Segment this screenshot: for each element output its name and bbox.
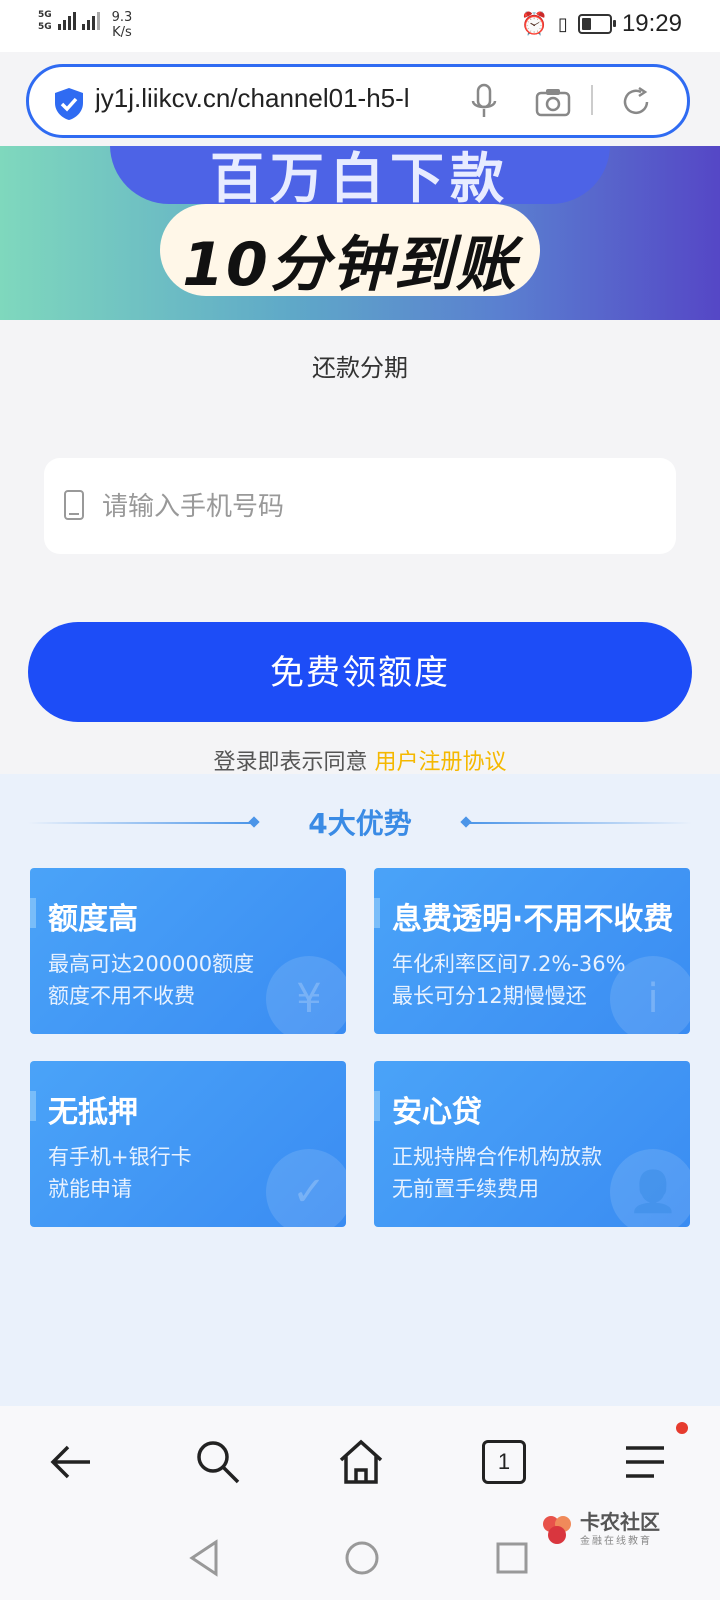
card-accent-bar: [30, 1091, 36, 1121]
watermark-tagline: 金融在线教育: [580, 1536, 652, 1547]
address-divider: [591, 85, 593, 115]
card-accent-bar: [374, 898, 380, 928]
card-title: 无抵押: [48, 1095, 138, 1130]
phone-icon: [64, 490, 84, 520]
card-accent-bar: [30, 898, 36, 928]
watermark-text: 卡农社区 金融在线教育: [580, 1512, 660, 1547]
card-title: 息费透明·不用不收费: [392, 902, 674, 937]
card-line: 正规持牌合作机构放款: [392, 1145, 602, 1169]
tabs-button[interactable]: 1: [476, 1434, 532, 1490]
user-agreement-link[interactable]: 用户注册协议: [375, 750, 507, 775]
agreement-text: 登录即表示同意 用户注册协议: [0, 744, 720, 776]
sim1-label: 5G: [38, 10, 52, 20]
page-title: 还款分期: [312, 354, 408, 382]
yuan-icon: ¥: [266, 956, 346, 1034]
net-speed-unit: K/s: [112, 25, 132, 40]
home-icon[interactable]: [333, 1434, 389, 1490]
url-text[interactable]: jy1j.liikcv.cn/channel01-h5-l: [95, 83, 471, 114]
banner-main-text: 10分钟到账: [182, 230, 518, 300]
address-bar[interactable]: jy1j.liikcv.cn/channel01-h5-l: [26, 64, 690, 138]
signal-1-icon: [57, 10, 76, 30]
browser-bottom-nav: 1: [0, 1406, 720, 1516]
card-line: 年化利率区间7.2%-36%: [392, 952, 626, 976]
advantage-card: 息费透明·不用不收费 年化利率区间7.2%-36% 最长可分12期慢慢还 i: [374, 868, 690, 1034]
microphone-icon[interactable]: [469, 83, 499, 121]
status-left: 5G 5G 9.3 K/s: [38, 10, 132, 40]
shield-check-icon: ✓: [266, 1149, 346, 1227]
alarm-icon: ⏰: [520, 11, 549, 37]
notification-dot: [676, 1422, 688, 1434]
card-line: 最高可达200000额度: [48, 952, 255, 976]
advantage-card: 安心贷 正规持牌合作机构放款 无前置手续费用 👤: [374, 1061, 690, 1227]
banner-main-pill: 10分钟到账: [160, 204, 540, 300]
shield-icon: [55, 88, 83, 120]
info-icon: i: [610, 956, 690, 1034]
banner-top-text: 百万白下款: [210, 147, 510, 210]
advantage-card: 无抵押 有手机+银行卡 就能申请 ✓: [30, 1061, 346, 1227]
advantage-card: 额度高 最高可达200000额度 额度不用不收费 ¥: [30, 868, 346, 1034]
card-line: 就能申请: [48, 1177, 132, 1201]
sim-labels: 5G 5G: [38, 10, 52, 32]
status-right: ⏰ ▯ 19:29: [521, 10, 682, 38]
card-accent-bar: [374, 1091, 380, 1121]
promo-banner: 百万白下款 10分钟到账: [0, 146, 720, 320]
user-icon: 👤: [610, 1149, 690, 1227]
watermark-logo-icon: [543, 1515, 571, 1544]
search-icon[interactable]: [190, 1434, 246, 1490]
menu-icon[interactable]: [618, 1434, 674, 1490]
reload-icon[interactable]: [619, 85, 653, 119]
status-bar: 5G 5G 9.3 K/s ⏰ ▯ 19:29: [0, 0, 720, 52]
back-arrow-icon[interactable]: [44, 1434, 100, 1490]
watermark-name: 卡农社区: [580, 1510, 660, 1534]
camera-icon[interactable]: [535, 87, 571, 117]
phone-input-box[interactable]: [44, 458, 676, 554]
phone-input[interactable]: [100, 480, 664, 534]
watermark: 卡农社区 金融在线教育: [540, 1512, 660, 1547]
card-line: 额度不用不收费: [48, 984, 195, 1008]
system-back-icon[interactable]: [186, 1538, 222, 1578]
card-title: 安心贷: [392, 1095, 482, 1130]
system-home-icon[interactable]: [342, 1538, 382, 1578]
clock: 19:29: [621, 10, 682, 37]
vibrate-icon: ▯: [558, 13, 568, 35]
card-line: 最长可分12期慢慢还: [392, 984, 587, 1008]
card-title: 额度高: [48, 902, 138, 937]
sim2-label: 5G: [38, 22, 52, 32]
card-line: 无前置手续费用: [392, 1177, 539, 1201]
card-line: 有手机+银行卡: [48, 1145, 192, 1169]
net-speed-value: 9.3: [111, 10, 133, 25]
title-line-right: [466, 822, 692, 824]
get-credit-button[interactable]: 免费领额度: [28, 622, 692, 722]
system-recents-icon[interactable]: [494, 1540, 530, 1576]
banner-top-pill: 百万白下款: [110, 146, 610, 210]
agreement-prefix: 登录即表示同意: [213, 750, 368, 775]
tab-count: 1: [482, 1440, 526, 1484]
signal-2-icon: [81, 10, 100, 30]
battery-icon: [577, 14, 616, 34]
net-speed: 9.3 K/s: [112, 10, 133, 40]
